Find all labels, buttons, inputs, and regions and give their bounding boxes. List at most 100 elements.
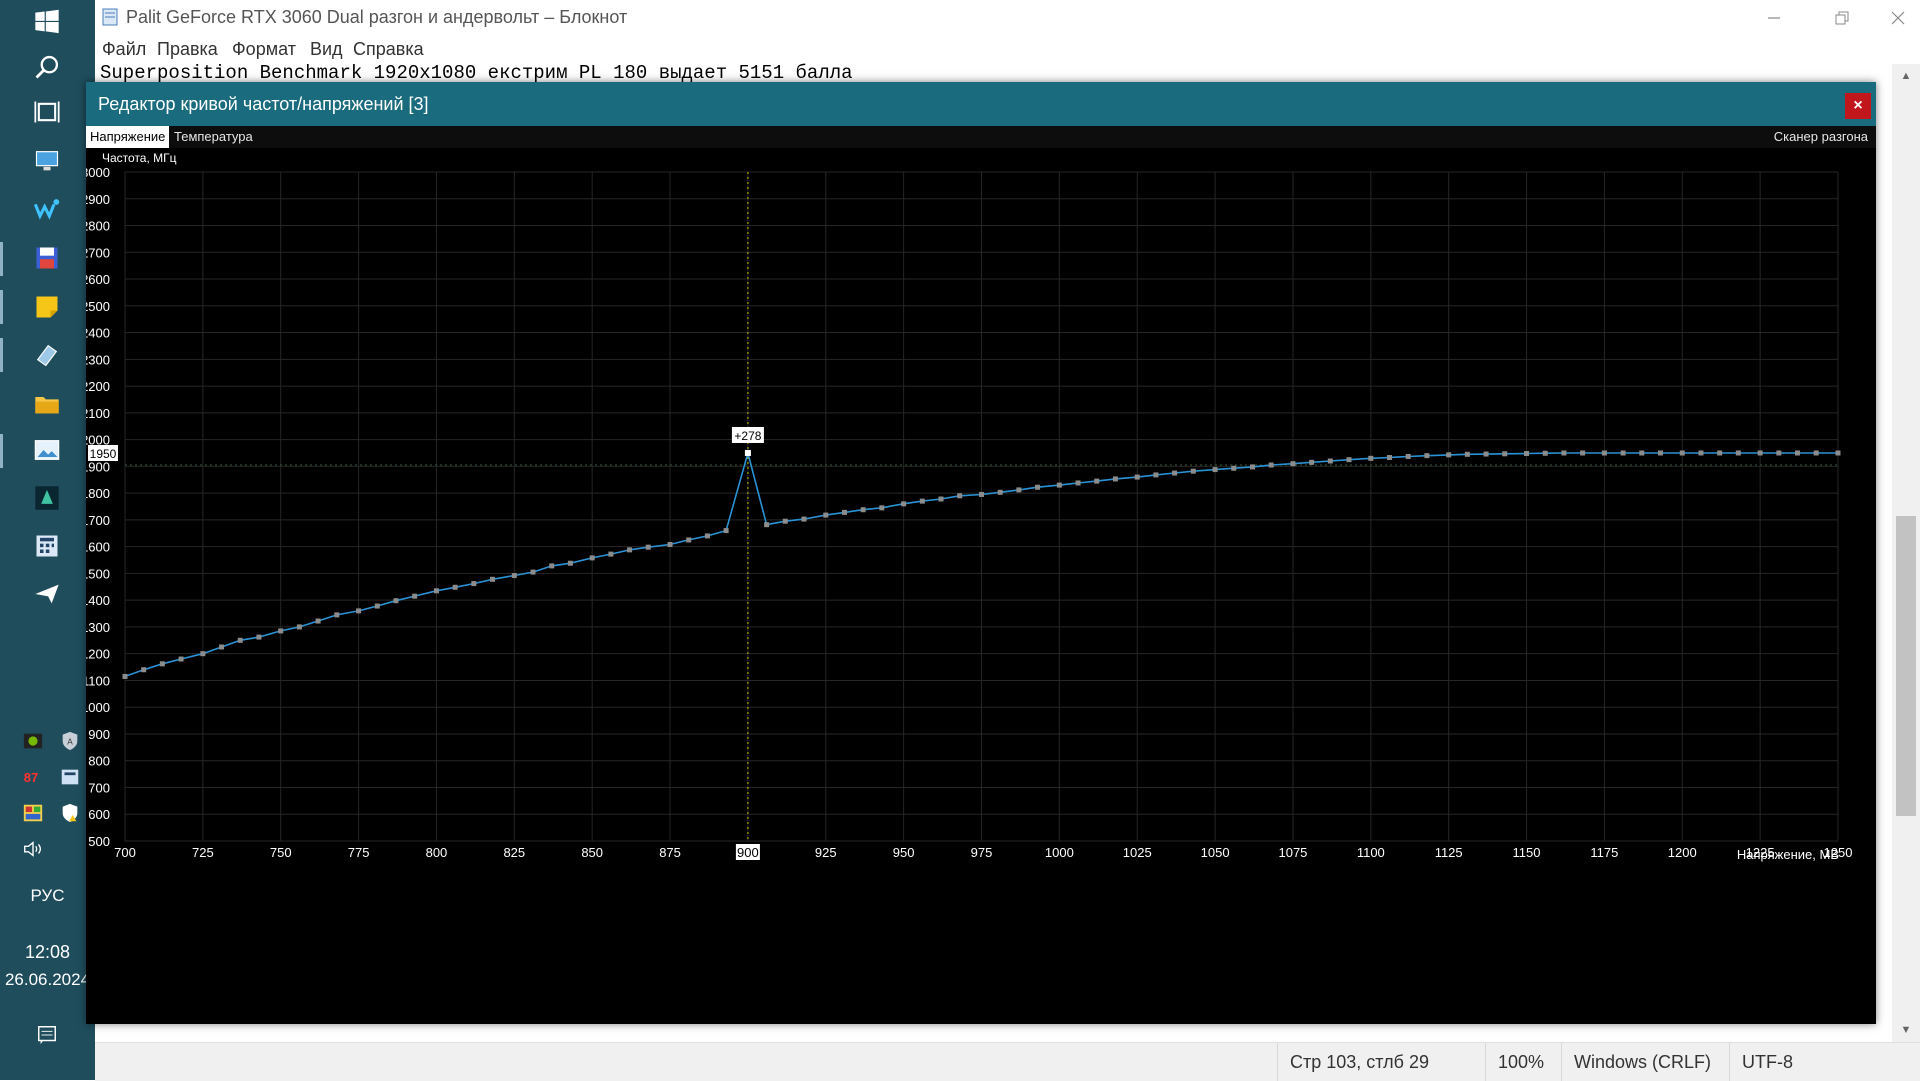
taskbar: A 87 РУС 12:08 26.06.2024 bbox=[0, 0, 95, 1080]
curve-point bbox=[237, 637, 243, 643]
tab-temperature[interactable]: Температура bbox=[170, 126, 257, 148]
floppy-save-icon[interactable] bbox=[27, 238, 67, 278]
curve-point bbox=[471, 581, 477, 587]
y-tick-label: 800 bbox=[88, 754, 110, 769]
calc-tray-icon[interactable] bbox=[57, 764, 83, 790]
vf-curve-chart[interactable]: 700 725 750 775 800 825 850 875 900 925 950 975 1000… bbox=[86, 148, 1876, 1024]
curve-point bbox=[1249, 464, 1255, 470]
windows-start-icon[interactable] bbox=[27, 2, 67, 42]
curve-point bbox=[1290, 461, 1296, 467]
menu-help[interactable]: Справка bbox=[353, 39, 424, 60]
horizontal-scrollbar[interactable] bbox=[95, 1028, 1892, 1042]
curve-point bbox=[860, 507, 866, 513]
tab-voltage[interactable]: Напряжение bbox=[86, 126, 170, 148]
menu-format[interactable]: Формат bbox=[232, 39, 296, 60]
curve-point bbox=[433, 588, 439, 594]
curve-point bbox=[159, 661, 165, 667]
active-indicator bbox=[0, 434, 3, 468]
curve-point bbox=[452, 584, 458, 590]
shield-tray-icon[interactable]: A bbox=[57, 728, 83, 754]
scroll-thumb[interactable] bbox=[1896, 516, 1916, 816]
curve-point bbox=[1679, 450, 1685, 456]
selected-x-label: 900 bbox=[737, 845, 759, 860]
y-tick-label: 1100 bbox=[86, 673, 110, 688]
scroll-up-icon[interactable]: ▲ bbox=[1900, 70, 1912, 82]
notepad-icon bbox=[102, 8, 118, 26]
close-button[interactable] bbox=[1864, 0, 1920, 36]
editor-tabs: Напряжение Температура Сканер разгона bbox=[86, 126, 1876, 148]
y-tick-label: 900 bbox=[88, 727, 110, 742]
image-viewer-icon[interactable] bbox=[27, 430, 67, 470]
curve-point bbox=[957, 493, 963, 499]
curve-point bbox=[1134, 474, 1140, 480]
y-tick-label: 2800 bbox=[86, 219, 110, 234]
fan-app-icon[interactable] bbox=[27, 478, 67, 518]
minimize-button[interactable] bbox=[1740, 0, 1808, 36]
x-tick-label: 800 bbox=[426, 845, 448, 860]
editor-titlebar[interactable]: Редактор кривой частот/напряжений [3] × bbox=[86, 82, 1876, 126]
volume-icon[interactable] bbox=[20, 836, 46, 862]
remote-desktop-icon[interactable] bbox=[27, 141, 67, 181]
nvidia-tray-icon[interactable] bbox=[20, 728, 46, 754]
menu-view[interactable]: Вид bbox=[310, 39, 343, 60]
overclock-scanner-button[interactable]: Сканер разгона bbox=[1770, 126, 1872, 148]
scroll-down-icon[interactable]: ▼ bbox=[1900, 1024, 1912, 1036]
y-tick-label: 1200 bbox=[86, 647, 110, 662]
curve-point bbox=[1172, 470, 1178, 476]
temperature-tray-icon[interactable]: 87 bbox=[18, 764, 44, 790]
vertical-scrollbar[interactable]: ▲ ▼ bbox=[1892, 64, 1920, 1042]
curve-point bbox=[1424, 453, 1430, 459]
calculator-icon[interactable] bbox=[27, 526, 67, 566]
menu-edit[interactable]: Правка bbox=[157, 39, 218, 60]
curve-point bbox=[393, 598, 399, 604]
clock-date[interactable]: 26.06.2024 bbox=[0, 970, 95, 990]
y-tick-label: 1400 bbox=[86, 593, 110, 608]
curve-point bbox=[1735, 450, 1741, 456]
curve-point bbox=[1112, 476, 1118, 482]
notifications-icon[interactable] bbox=[34, 1022, 60, 1048]
document-text[interactable]: Superposition Benchmark 1920x1080 екстри… bbox=[100, 62, 853, 84]
curve-point bbox=[141, 667, 147, 673]
eraser-icon[interactable] bbox=[27, 335, 67, 375]
y-tick-label: 1500 bbox=[86, 566, 110, 581]
curve-point bbox=[1327, 458, 1333, 464]
status-encoding: UTF-8 bbox=[1729, 1043, 1892, 1081]
curve-point bbox=[1757, 450, 1763, 456]
x-tick-label: 1200 bbox=[1668, 845, 1697, 860]
curve-point bbox=[627, 547, 633, 553]
monitor-tray-icon[interactable] bbox=[20, 800, 46, 826]
curve-point bbox=[1835, 450, 1841, 456]
file-explorer-icon[interactable] bbox=[27, 384, 67, 424]
curve-point bbox=[1446, 452, 1452, 458]
y-tick-label: 700 bbox=[88, 780, 110, 795]
curve-point bbox=[841, 509, 847, 515]
menu-file[interactable]: Файл bbox=[102, 39, 146, 60]
x-tick-label: 775 bbox=[348, 845, 370, 860]
airplane-icon[interactable] bbox=[27, 574, 67, 614]
curve-point bbox=[1580, 450, 1586, 456]
security-tray-icon[interactable] bbox=[57, 800, 83, 826]
x-tick-label: 1175 bbox=[1590, 845, 1618, 860]
x-tick-label: 1000 bbox=[1045, 845, 1074, 860]
x-tick-label: 1125 bbox=[1435, 845, 1463, 860]
app-wave-icon[interactable] bbox=[27, 189, 67, 229]
curve-point bbox=[315, 618, 321, 624]
y-tick-label: 2500 bbox=[86, 299, 110, 314]
curve-point bbox=[1016, 487, 1022, 493]
task-view-icon[interactable] bbox=[27, 92, 67, 132]
curve-point bbox=[567, 560, 573, 566]
curve-point bbox=[256, 634, 262, 640]
search-icon[interactable] bbox=[27, 47, 67, 87]
curve-point bbox=[278, 628, 284, 634]
x-tick-label: 950 bbox=[893, 845, 915, 860]
curve-point bbox=[667, 541, 673, 547]
curve-point bbox=[801, 516, 807, 522]
sticky-notes-icon[interactable] bbox=[27, 287, 67, 327]
curve-point bbox=[938, 496, 944, 502]
editor-close-button[interactable]: × bbox=[1845, 93, 1871, 119]
language-indicator[interactable]: РУС bbox=[0, 886, 95, 906]
y-tick-label: 1600 bbox=[86, 540, 110, 555]
y-axis-title: Частота, МГц bbox=[102, 151, 177, 165]
clock-time[interactable]: 12:08 bbox=[0, 942, 95, 963]
curve-point bbox=[412, 593, 418, 599]
